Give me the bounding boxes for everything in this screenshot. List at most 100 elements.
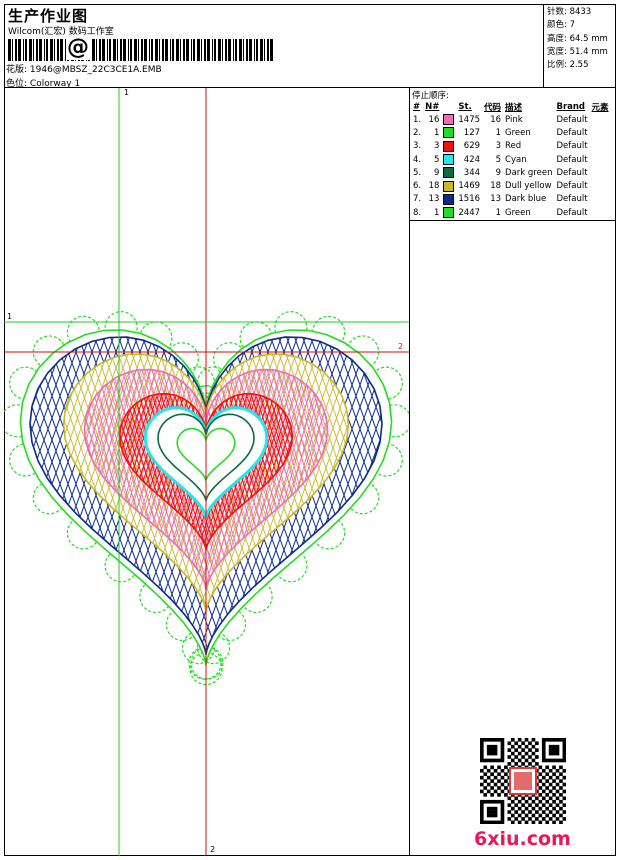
sequence-row: 7. 13 1516 13 Dark blue Default [411,193,611,206]
stat-scale: 比例: 2.55 [547,60,589,71]
design-canvas: 1 2 1 2 [4,88,410,856]
sequence-row: 2. 1 127 1 Green Default [411,126,611,139]
axis-label-h2: 2 [398,342,404,351]
seq-code: 18 [490,181,502,192]
col-header-swatch [441,100,456,113]
stat-colors: 颜色: 7 [547,20,575,31]
seq-element [590,179,611,192]
stop-sequence-panel: 停止顺序: # N# St. 代码 描述 Brand 元素 1. 16 1475 16… [410,88,616,221]
col-header-brand: Brand [556,101,586,112]
color-swatch-box [443,127,455,139]
barcode [8,39,273,61]
seq-number: 13 [428,194,440,205]
seq-code: 3 [495,141,502,152]
file-name: 1946@MBSZ_22C3CE1A.EMB [29,65,162,75]
color-swatch-box [443,180,455,192]
seq-stitches: 629 [463,141,481,152]
sequence-row: 1. 16 1475 16 Pink Default [411,113,611,126]
axis-label-h1: 1 [7,312,13,321]
seq-code: 16 [490,114,502,125]
seq-description: Cyan [505,154,527,165]
seq-index: 7. [413,194,422,205]
seq-index: 4. [413,154,422,165]
seq-code: 5 [495,154,502,165]
seq-number: 3 [433,141,440,152]
seq-code: 1 [495,207,502,218]
sequence-row: 4. 5 424 5 Cyan Default [411,153,611,166]
color-swatch-box [443,167,455,179]
seq-brand: Default [556,114,588,125]
seq-number: 18 [428,181,440,192]
page-title: 生产作业图 [8,7,89,25]
color-swatch [441,166,456,179]
seq-description: Red [505,141,522,152]
stat-width: 宽度: 51.4 mm [547,46,608,57]
col-header-description: 描述 [505,102,523,113]
seq-stitches: 1516 [458,194,481,205]
seq-element [590,153,611,166]
axis-label-v2: 2 [210,845,216,854]
seq-element [590,113,611,126]
seq-number: 9 [433,167,440,178]
seq-index: 6. [413,181,422,192]
seq-index: 2. [413,127,422,138]
embroidery-preview [4,88,409,856]
seq-element [590,140,611,153]
color-swatch [441,206,456,219]
seq-stitches: 127 [463,127,481,138]
color-swatch [441,140,456,153]
col-header-code: 代码 [484,102,502,113]
seq-brand: Default [556,181,588,192]
header-info: 生产作业图 Wilcom(汇宏) 数码工作室 @ 花版: 1946@MBSZ_2… [4,4,544,89]
seq-number: 1 [433,127,440,138]
color-swatch [441,153,456,166]
sequence-row: 8. 1 2447 1 Green Default [411,206,611,219]
seq-element [590,126,611,139]
seq-number: 5 [433,154,440,165]
color-swatch [441,113,456,126]
seq-stitches: 1469 [458,181,481,192]
axis-label-v1: 1 [124,88,130,97]
col-header-element: 元素 [591,102,609,113]
seq-brand: Default [556,207,588,218]
seq-description: Pink [505,114,523,125]
seq-stitches: 1475 [458,114,481,125]
col-header-stitches: St. [458,101,472,112]
col-header-number: N# [425,101,440,112]
seq-stitches: 2447 [458,207,481,218]
color-swatch [441,126,456,139]
stop-sequence-table: # N# St. 代码 描述 Brand 元素 1. 16 1475 16 Pink De… [411,100,611,219]
seq-description: Green [505,127,531,138]
watermark-site: 6xiu.com [474,828,571,850]
seq-index: 5. [413,167,422,178]
sequence-row: 6. 18 1469 18 Dull yellow Default [411,179,611,192]
seq-element [590,193,611,206]
sequence-row: 3. 3 629 3 Red Default [411,140,611,153]
seq-element [590,206,611,219]
qr-code [480,738,566,824]
seq-number: 1 [433,207,440,218]
color-swatch-box [443,193,455,205]
color-swatch-box [443,154,455,166]
file-name-line: 花版: 1946@MBSZ_22C3CE1A.EMB [6,62,162,75]
seq-index: 1. [413,114,422,125]
seq-brand: Default [556,127,588,138]
seq-index: 8. [413,207,422,218]
seq-element [590,166,611,179]
color-swatch [441,193,456,206]
seq-description: Dark green [505,167,553,178]
sequence-row: 5. 9 344 9 Dark green Default [411,166,611,179]
seq-stitches: 344 [463,167,481,178]
file-label: 花版: [6,65,28,75]
seq-code: 9 [495,167,502,178]
seq-brand: Default [556,167,588,178]
barcode-symbol: @ [66,35,90,60]
seq-brand: Default [556,194,588,205]
seq-description: Dull yellow [505,181,552,192]
seq-code: 13 [490,194,502,205]
design-stats: 针数: 8433 颜色: 7 高度: 64.5 mm 宽度: 51.4 mm 比… [544,4,616,88]
stat-stitches: 针数: 8433 [547,7,592,17]
color-swatch-box [443,140,455,152]
stat-height: 高度: 64.5 mm [547,33,608,44]
color-swatch-box [443,114,455,126]
